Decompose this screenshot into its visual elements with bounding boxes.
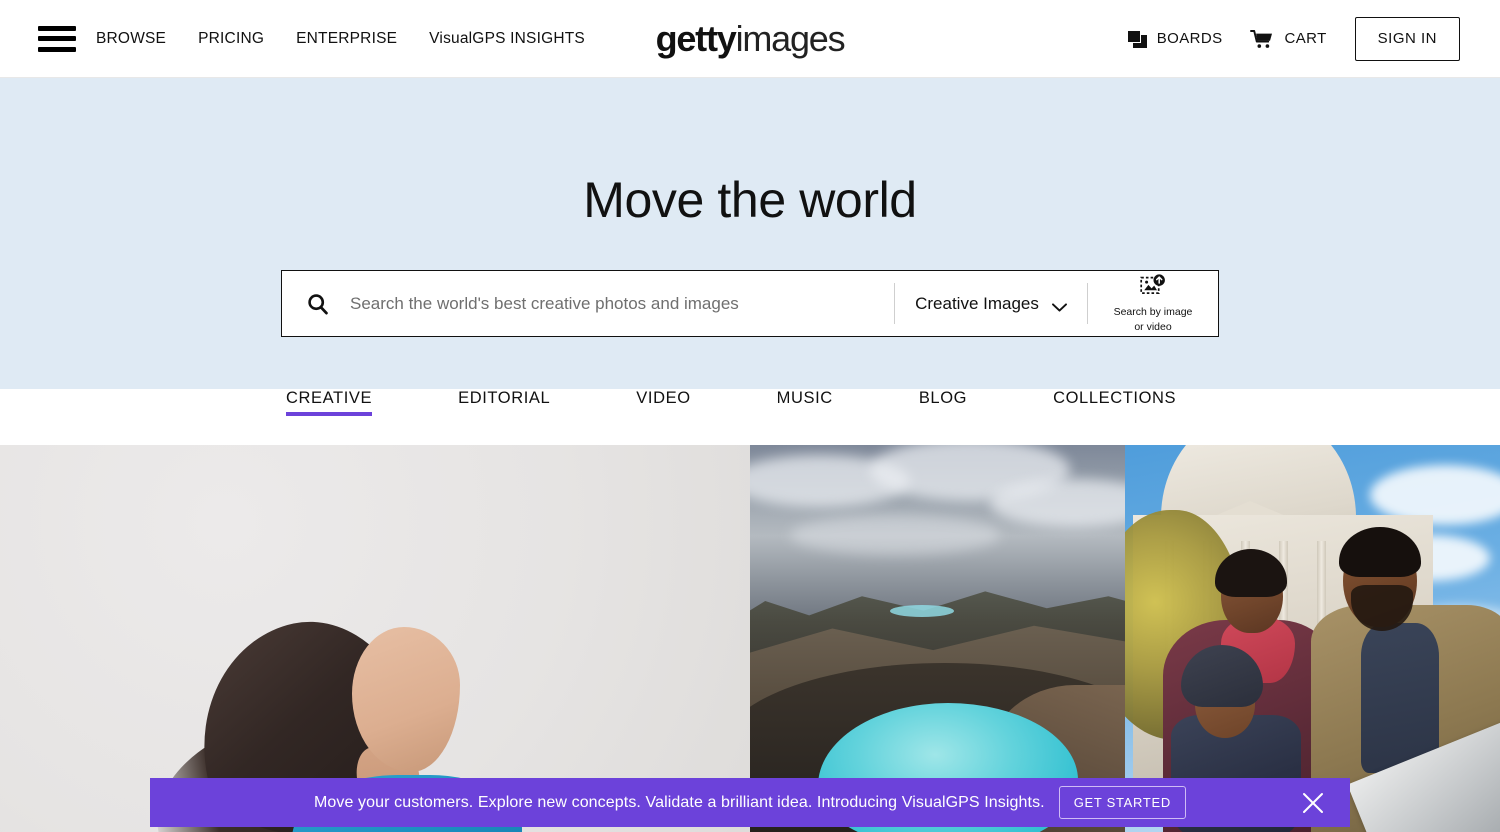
page-title: Move the world xyxy=(583,172,917,228)
hamburger-icon[interactable] xyxy=(38,25,76,52)
site-header: BROWSE PRICING ENTERPRISE VisualGPS INSI… xyxy=(0,0,1500,78)
nav-link-enterprise[interactable]: ENTERPRISE xyxy=(296,30,397,48)
gallery-tile-woman-portrait[interactable] xyxy=(0,445,750,832)
boards-icon xyxy=(1126,29,1147,48)
boards-icon-front xyxy=(1126,29,1141,43)
tab-blog[interactable]: BLOG xyxy=(919,389,967,416)
tab-collections[interactable]: COLLECTIONS xyxy=(1053,389,1176,416)
cart-button[interactable]: CART xyxy=(1250,29,1326,49)
header-left-nav: BROWSE PRICING ENTERPRISE VisualGPS INSI… xyxy=(38,25,617,52)
hamburger-bar xyxy=(38,25,76,31)
nav-link-pricing[interactable]: PRICING xyxy=(198,30,264,48)
search-by-image-button[interactable]: Search by image or video xyxy=(1088,271,1218,336)
nav-link-visualgps-insights[interactable]: VisualGPS INSIGHTS xyxy=(429,30,585,48)
tile2-distant-lake xyxy=(890,605,954,617)
getty-images-homepage: BROWSE PRICING ENTERPRISE VisualGPS INSI… xyxy=(0,0,1500,832)
tile2-cloud xyxy=(790,515,1000,555)
search-input[interactable] xyxy=(350,271,894,336)
search-bar: Creative Images xyxy=(281,270,1219,337)
chevron-down-icon xyxy=(1051,299,1067,312)
hero-section: Move the world Creative Images xyxy=(0,78,1500,389)
tile3-man-shirt xyxy=(1361,623,1439,773)
search-by-image-caption-line2: or video xyxy=(1134,321,1172,333)
hamburger-bar xyxy=(38,46,76,52)
image-upload-icon xyxy=(1140,274,1166,303)
boards-label: BOARDS xyxy=(1156,30,1223,47)
cart-label: CART xyxy=(1284,30,1327,47)
tab-editorial[interactable]: EDITORIAL xyxy=(458,389,550,416)
hamburger-bar xyxy=(38,36,76,41)
promo-banner: Move your customers. Explore new concept… xyxy=(150,778,1350,827)
sign-in-button[interactable]: SIGN IN xyxy=(1354,16,1460,61)
search-icon xyxy=(306,292,330,316)
gallery-tile-family-cathedral[interactable] xyxy=(1125,445,1500,832)
promo-banner-message: Move your customers. Explore new concept… xyxy=(313,793,1045,811)
gallery-tile-crater-lake[interactable] xyxy=(750,445,1125,832)
nav-link-browse[interactable]: BROWSE xyxy=(96,30,166,48)
tab-creative[interactable]: CREATIVE xyxy=(286,389,373,416)
logo-getty: getty xyxy=(655,17,737,59)
search-field[interactable] xyxy=(282,271,894,336)
category-tabbar: CREATIVE EDITORIAL VIDEO MUSIC BLOG COLL… xyxy=(0,389,1500,445)
tab-video[interactable]: VIDEO xyxy=(636,389,690,416)
get-started-button[interactable]: GET STARTED xyxy=(1058,786,1187,819)
cart-icon xyxy=(1250,29,1274,49)
close-icon[interactable] xyxy=(1300,790,1326,816)
boards-button[interactable]: BOARDS xyxy=(1126,29,1223,48)
getty-images-logo[interactable]: gettyimages xyxy=(655,17,846,60)
tab-music[interactable]: MUSIC xyxy=(777,389,833,416)
asset-type-dropdown[interactable]: Creative Images xyxy=(895,271,1087,336)
gallery-strip xyxy=(0,445,1500,832)
asset-type-label: Creative Images xyxy=(915,293,1039,313)
logo-images: images xyxy=(735,17,846,59)
search-by-image-caption-line1: Search by image xyxy=(1113,306,1193,318)
header-right-nav: BOARDS CART SIGN IN xyxy=(1126,16,1460,61)
category-tabs: CREATIVE EDITORIAL VIDEO MUSIC BLOG COLL… xyxy=(0,389,1500,416)
